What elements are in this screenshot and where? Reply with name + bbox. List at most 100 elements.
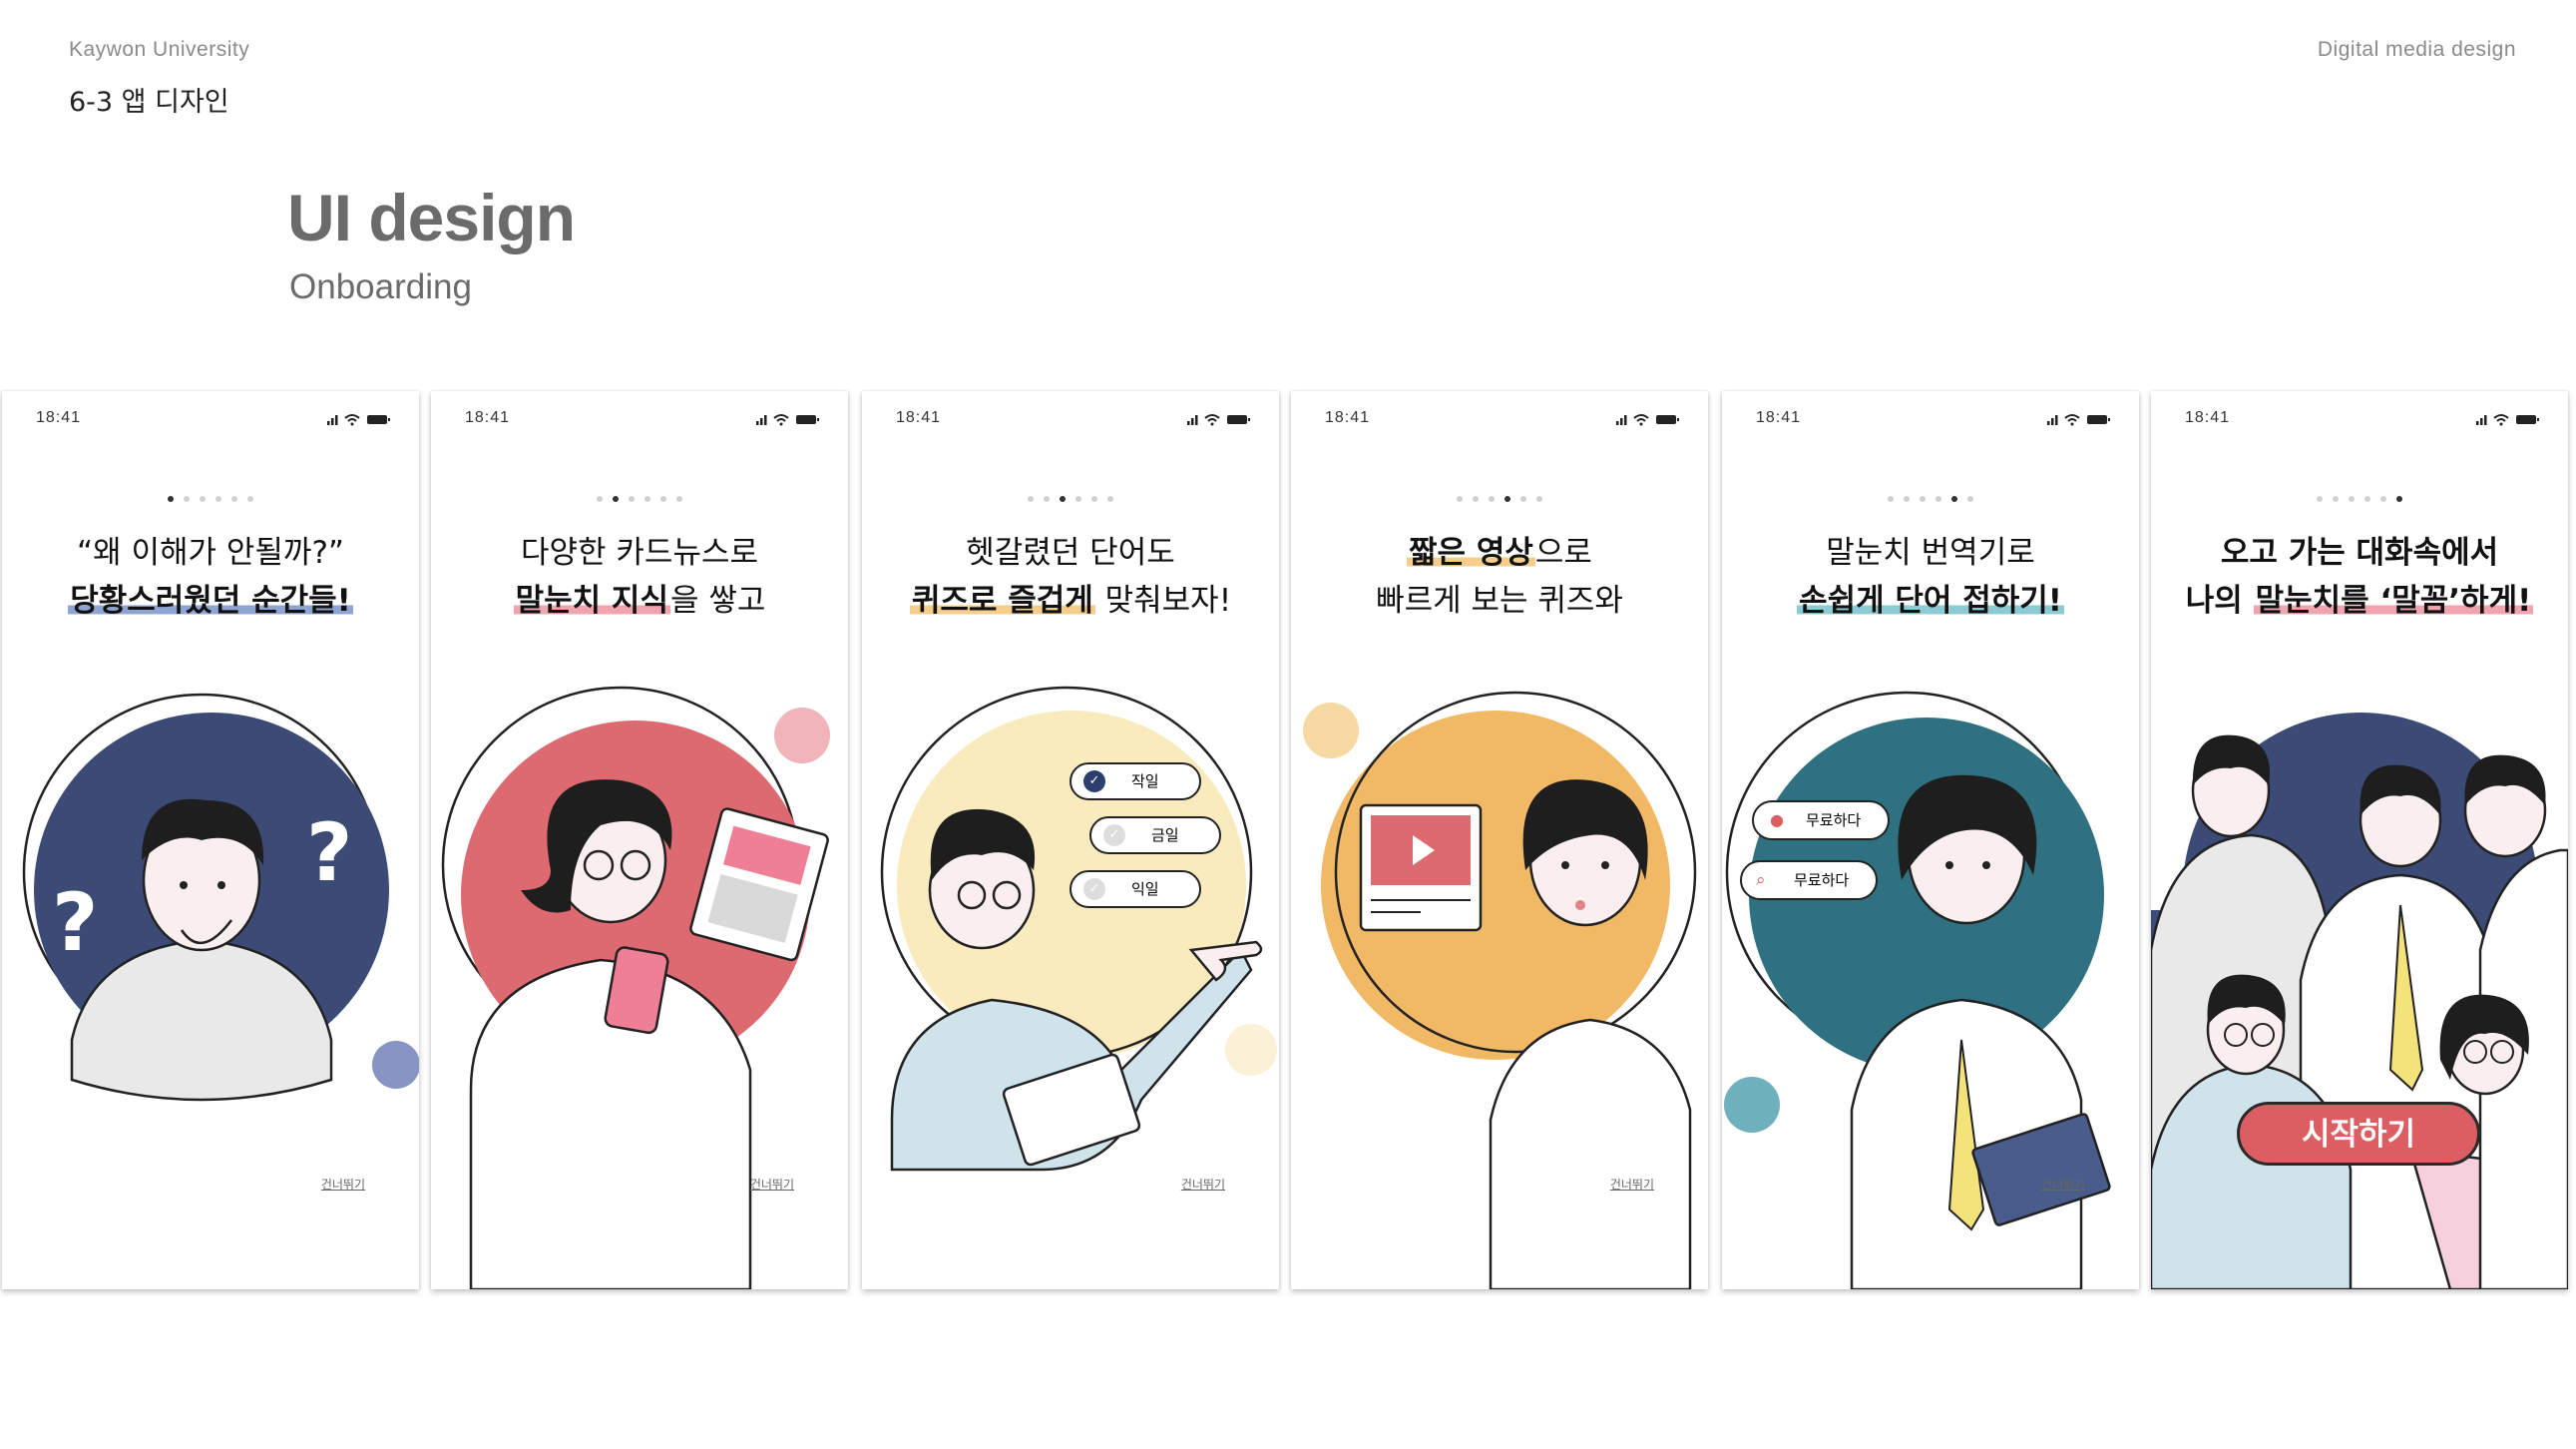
headline-highlight: 말눈치를 ‘말꼼’하게! [2253,583,2534,619]
page-dot [1044,496,1050,502]
signal-wifi-battery-icon [2476,414,2539,426]
search-icon: ⌕ [1756,870,1766,890]
page-dot [1028,496,1034,502]
page-dot [1489,496,1495,502]
quiz-option-1[interactable]: ✓ 작일 [1070,762,1201,800]
page-indicator [2,487,419,506]
page-dot [676,496,682,502]
headline-highlight: 짧은 영상 [1407,535,1535,571]
status-time: 18:41 [465,409,511,426]
card-news-student-illustration [441,686,830,1289]
page-dot [1520,496,1526,502]
page-title: UI design [287,181,576,254]
signal-wifi-battery-icon [756,414,819,426]
onboarding-headline: 짧은 영상으로 빠르게 보는 퀴즈와 [1291,529,1708,625]
headline-highlight: 퀴즈로 즐겁게 [909,583,1095,619]
unchecked-icon: ✓ [1103,824,1125,846]
confused-student-illustration: ? ? [22,693,419,1102]
page-indicator [862,487,1279,506]
page-indicator [431,487,848,506]
headline-line-2-rest: 을 쌓고 [669,583,766,619]
page-dot [231,496,237,502]
status-bar: 18:41 [1291,405,1708,433]
page-dot [1967,496,1973,502]
quiz-option-2[interactable]: ✓ 금일 [1089,816,1221,854]
signal-wifi-battery-icon [1616,414,1679,426]
quiz-student-illustration [880,686,1277,1172]
course-label: 6-3 앱 디자인 [69,87,229,118]
page-dot-active [613,496,619,502]
page-dot [629,496,635,502]
voice-input-chip[interactable]: ● 무료하다 [1752,800,1890,840]
page-dot [2380,496,2386,502]
skip-link[interactable]: 건너뛰기 [2041,1176,2085,1193]
quiz-option-label: 금일 [1151,826,1179,844]
page-subtitle: Onboarding [289,267,472,306]
status-time: 18:41 [896,409,942,426]
page-dot [2349,496,2355,502]
translator-student-illustration [1724,691,2111,1289]
search-input-chip[interactable]: ⌕ 무료하다 [1740,860,1878,900]
onboarding-headline: 헷갈렸던 단어도 퀴즈로 즐겁게 맞춰보자! [862,529,1279,625]
status-bar: 18:41 [2,405,419,433]
skip-link[interactable]: 건너뛰기 [750,1176,794,1193]
page-dot [2364,496,2370,502]
headline-line-1-rest: 으로 [1534,535,1592,571]
status-time: 18:41 [36,409,82,426]
page-dot [1107,496,1113,502]
quiz-option-3[interactable]: ✓ 익일 [1070,870,1201,908]
unchecked-icon: ✓ [1083,878,1105,900]
onboarding-headline: 다양한 카드뉴스로 말눈치 지식을 쌓고 [431,529,848,625]
page-dot [1935,496,1941,502]
page-dot [1075,496,1081,502]
signal-wifi-battery-icon [2047,414,2110,426]
onboarding-screen-4: 18:41 짧은 영상으로 빠르게 보는 퀴즈와 건너뛰기 [1291,391,1708,1289]
quiz-option-label: 익일 [1131,880,1159,898]
page-dot-active [1951,496,1957,502]
page-dot-active [2396,496,2402,502]
header-left: Kaywon University 6-3 앱 디자인 [69,38,249,119]
onboarding-screen-6: 18:41 오고 가는 대화속에서 나의 말눈치를 ‘말꼼’하게! 시작하기 [2151,391,2568,1289]
status-icons [327,411,391,430]
headline-line-2: 당황스러웠던 순간들! [68,583,353,619]
onboarding-headline: 말눈치 번역기로 손쉽게 단어 접하기! [1722,529,2139,625]
onboarding-screen-5: 18:41 말눈치 번역기로 손쉽게 단어 접하기! ● 무료하다 ⌕ 무료하다… [1722,391,2139,1289]
status-icons [756,411,820,430]
signal-wifi-battery-icon [1187,414,1250,426]
headline-line-2: 빠르게 보는 퀴즈와 [1376,583,1623,619]
onboarding-screen-2: 18:41 다양한 카드뉴스로 말눈치 지식을 쌓고 건너뛰기 [431,391,848,1289]
page-dot [2317,496,2323,502]
page-indicator [1722,487,2139,506]
group-conversation-illustration [2151,713,2568,1289]
chip-label: 무료하다 [1794,871,1850,889]
status-bar: 18:41 [2151,405,2568,433]
status-time: 18:41 [1325,409,1371,426]
page-dot-active [168,496,174,502]
page-dot [1920,496,1926,502]
page-dot [1091,496,1097,502]
onboarding-headline: 오고 가는 대화속에서 나의 말눈치를 ‘말꼼’하게! [2151,529,2568,625]
page-dot-active [1060,496,1066,502]
skip-link[interactable]: 건너뛰기 [1610,1176,1654,1193]
skip-link[interactable]: 건너뛰기 [1181,1176,1225,1193]
start-button[interactable]: 시작하기 [2237,1102,2480,1166]
chip-label: 무료하다 [1806,811,1862,829]
status-bar: 18:41 [431,405,848,433]
question-mark-icon: ? [52,876,98,969]
page-dot [184,496,190,502]
department-label: Digital media design [2317,38,2516,61]
page-dot-active [1504,496,1510,502]
headline-line-2-rest: 맞춰보자! [1094,583,1232,619]
onboarding-screen-3: 18:41 헷갈렸던 단어도 퀴즈로 즐겁게 맞춰보자! ✓ 작일 ✓ 금일 ✓… [862,391,1279,1289]
skip-link[interactable]: 건너뛰기 [321,1176,365,1193]
headline-line-1: 말눈치 번역기로 [1826,535,2035,571]
page-dot [247,496,253,502]
quiz-option-label: 작일 [1131,772,1159,790]
page-dot [2333,496,2339,502]
onboarding-headline: “왜 이해가 안될까?” 당황스러웠던 순간들! [2,529,419,625]
page-indicator [2151,487,2568,506]
page-dot [215,496,221,502]
status-bar: 18:41 [862,405,1279,433]
headline-line-1: “왜 이해가 안될까?” [77,535,344,571]
onboarding-screens: 18:41 “왜 이해가 안될까?” 당황스러웠던 순간들! ? ? 건너뛰기 … [0,391,2576,1289]
